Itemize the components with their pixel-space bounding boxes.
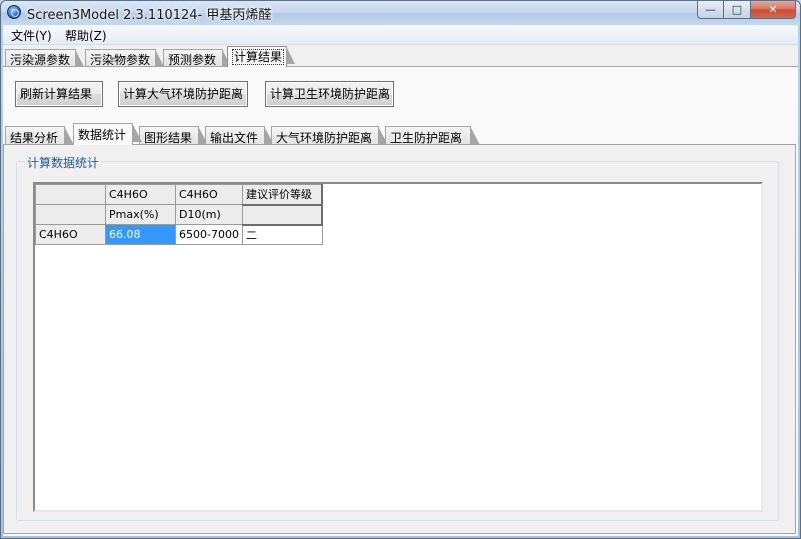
window-title: Screen3Model 2.3.110124- 甲基丙烯醛 bbox=[27, 8, 272, 23]
tab-result-analysis[interactable]: 结果分析 bbox=[5, 126, 74, 145]
header-cell: C4H6O bbox=[175, 184, 243, 205]
tab-results[interactable]: 计算结果 bbox=[227, 46, 295, 67]
header-cell: Pmax(%) bbox=[105, 204, 176, 225]
minimize-button[interactable]: — bbox=[697, 1, 724, 19]
menu-help[interactable]: 帮助(Z) bbox=[65, 27, 107, 44]
header-row: C4H6O C4H6O 建议评价等级 bbox=[35, 184, 324, 206]
main-tabstrip: 污染源参数 污染物参数 预测参数 计算结果 bbox=[3, 45, 798, 67]
header-cell bbox=[35, 184, 106, 205]
results-panel: 刷新计算结果 计算大气环境防护距离 计算卫生环境防护距离 结果分析 数据统计 图… bbox=[3, 67, 798, 536]
maximize-button[interactable]: □ bbox=[724, 1, 751, 19]
header-cell bbox=[35, 204, 106, 225]
table-cell[interactable]: 6500-7000 bbox=[175, 224, 243, 245]
tab-label: 污染源参数 bbox=[10, 53, 71, 67]
window-controls: — □ ✕ bbox=[697, 1, 796, 19]
app-icon bbox=[7, 5, 21, 19]
header-cell bbox=[241, 204, 324, 226]
table-row[interactable]: C4H6O 66.08 6500-7000 二 bbox=[35, 224, 323, 245]
tab-graph-results[interactable]: 图形结果 bbox=[139, 126, 208, 145]
header-cell: D10(m) bbox=[175, 204, 243, 225]
tab-pollutant-params[interactable]: 污染物参数 bbox=[85, 49, 164, 67]
tab-output-file[interactable]: 输出文件 bbox=[205, 126, 274, 145]
calc-health-distance-button[interactable]: 计算卫生环境防护距离 bbox=[265, 81, 394, 107]
row-header-cell[interactable]: C4H6O bbox=[35, 224, 106, 245]
tab-forecast-params[interactable]: 预测参数 bbox=[163, 49, 231, 67]
refresh-results-button[interactable]: 刷新计算结果 bbox=[15, 81, 103, 107]
stats-table: C4H6O C4H6O 建议评价等级 Pmax(%) D10(m) C4H6O … bbox=[35, 184, 324, 245]
tab-label: 预测参数 bbox=[168, 53, 217, 67]
menu-bar: 文件(Y) 帮助(Z) bbox=[3, 25, 798, 45]
tab-health-distance[interactable]: 卫生防护距离 bbox=[385, 126, 480, 145]
header-cell: 建议评价等级 bbox=[241, 184, 324, 206]
stats-groupbox: 计算数据统计 C4H6O C4H6O 建议评价等级 Pmax(%) D10(m)… bbox=[16, 154, 779, 521]
data-stats-panel: 计算数据统计 C4H6O C4H6O 建议评价等级 Pmax(%) D10(m)… bbox=[3, 145, 796, 534]
groupbox-title: 计算数据统计 bbox=[25, 154, 102, 171]
menu-file[interactable]: 文件(Y) bbox=[11, 27, 52, 44]
header-cell: C4H6O bbox=[105, 184, 176, 205]
tab-label: 污染物参数 bbox=[90, 53, 151, 67]
stats-grid[interactable]: C4H6O C4H6O 建议评价等级 Pmax(%) D10(m) C4H6O … bbox=[33, 182, 763, 512]
header-row: Pmax(%) D10(m) bbox=[35, 204, 324, 226]
client-area: 污染源参数 污染物参数 预测参数 计算结果 刷新计算结果 计算大气环境防护距离 … bbox=[3, 45, 798, 536]
close-button[interactable]: ✕ bbox=[751, 1, 796, 19]
selected-cell[interactable]: 66.08 bbox=[105, 224, 176, 245]
title-bar[interactable]: Screen3Model 2.3.110124- 甲基丙烯醛 — □ ✕ bbox=[1, 1, 800, 25]
app-window: Screen3Model 2.3.110124- 甲基丙烯醛 — □ ✕ 文件(… bbox=[0, 0, 801, 539]
table-cell[interactable]: 二 bbox=[241, 224, 323, 245]
tab-source-params[interactable]: 污染源参数 bbox=[5, 49, 84, 67]
tab-data-stats[interactable]: 数据统计 bbox=[73, 123, 142, 145]
tab-atmos-distance[interactable]: 大气环境防护距离 bbox=[271, 126, 388, 145]
calc-atmos-distance-button[interactable]: 计算大气环境防护距离 bbox=[118, 81, 248, 107]
result-tabstrip: 结果分析 数据统计 图形结果 输出文件 大气环境防护距离 卫生防护距离 bbox=[3, 123, 798, 145]
tab-label: 计算结果 bbox=[232, 49, 285, 65]
